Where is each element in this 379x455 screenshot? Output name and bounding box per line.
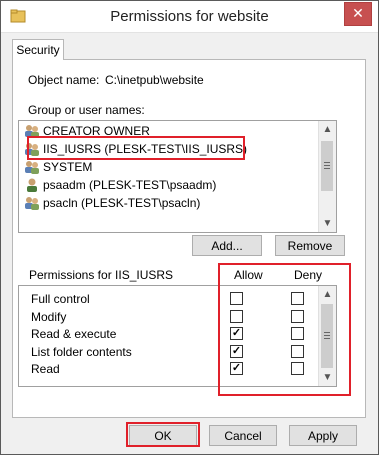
remove-button[interactable]: Remove — [275, 235, 345, 256]
scroll-thumb[interactable] — [321, 141, 333, 191]
users-group-icon — [24, 195, 40, 211]
highlight-permissions-columns — [218, 263, 351, 396]
highlight-selected-group — [27, 136, 245, 160]
group-names-label: Group or user names: — [28, 103, 145, 117]
permissions-dialog: Permissions for website ✕ Security Objec… — [0, 0, 379, 455]
window-title: Permissions for website — [110, 8, 269, 25]
user-icon — [24, 177, 40, 193]
list-item[interactable]: psaadm (PLESK-TEST\psaadm) — [20, 176, 316, 193]
list-item-label: psacln (PLESK-TEST\psacln) — [43, 195, 201, 210]
scroll-down-icon[interactable]: ▼ — [319, 215, 336, 232]
object-name-value: C:\inetpub\website — [105, 73, 204, 87]
title-bar: Permissions for website ✕ — [1, 1, 378, 33]
highlight-ok-button — [126, 422, 200, 447]
list-item-label: SYSTEM — [43, 159, 93, 174]
list-item-label: psaadm (PLESK-TEST\psaadm) — [43, 177, 217, 192]
close-button[interactable]: ✕ — [344, 2, 372, 26]
list-item[interactable]: SYSTEM — [20, 158, 316, 175]
users-group-icon — [24, 159, 40, 175]
cancel-button[interactable]: Cancel — [209, 425, 277, 446]
add-button[interactable]: Add... — [192, 235, 262, 256]
object-name-label: Object name: — [28, 73, 100, 87]
permission-name: List folder contents — [31, 344, 132, 359]
permission-name: Read — [31, 362, 60, 376]
scroll-up-icon[interactable]: ▲ — [319, 121, 336, 138]
group-list-scrollbar[interactable]: ▲ ▼ — [318, 121, 336, 232]
dialog-body: Security Object name: C:\inetpub\website… — [1, 33, 378, 454]
tab-security[interactable]: Security — [12, 39, 64, 60]
list-item[interactable]: psacln (PLESK-TEST\psacln) — [20, 194, 316, 211]
apply-button[interactable]: Apply — [289, 425, 357, 446]
permissions-label: Permissions for IIS_IUSRS — [29, 268, 174, 282]
permission-name: Read & execute — [31, 327, 117, 341]
permission-name: Full control — [31, 292, 90, 306]
permission-name: Modify — [31, 309, 67, 324]
